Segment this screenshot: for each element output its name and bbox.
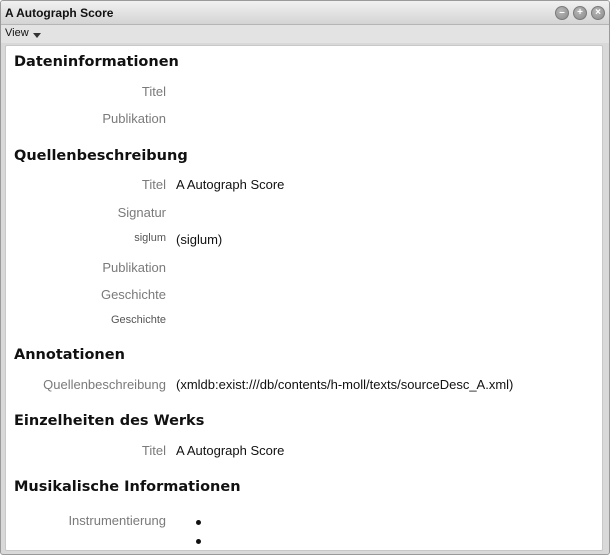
instrumentation-label: Instrumentierung <box>68 513 166 528</box>
source-siglum-value: (siglum) <box>176 232 223 247</box>
content-panel: Dateninformationen Titel Publikation Que… <box>5 45 603 551</box>
source-publication-label: Publikation <box>102 260 166 275</box>
source-title-value: A Autograph Score <box>176 177 285 192</box>
annotation-source-desc-label: Quellenbeschreibung <box>43 377 166 392</box>
window-title: A Autograph Score <box>5 6 114 20</box>
file-info-publication-label: Publikation <box>102 111 166 126</box>
view-menu[interactable]: View <box>5 27 29 39</box>
section-heading-music-info: Musikalische Informationen <box>14 479 241 495</box>
file-info-title-label: Titel <box>141 84 166 99</box>
source-title-label: Titel <box>141 177 166 192</box>
list-bullet <box>196 520 201 525</box>
list-bullet <box>196 539 201 544</box>
annotation-source-desc-value: (xmldb:exist:///db/contents/h-moll/texts… <box>176 377 514 392</box>
section-heading-source-description: Quellenbeschreibung <box>14 148 188 164</box>
work-title-value: A Autograph Score <box>176 443 285 458</box>
minimize-icon[interactable]: – <box>555 6 569 20</box>
work-title-label: Titel <box>141 443 166 458</box>
window: A Autograph Score – + × View Dateninform… <box>0 0 610 555</box>
source-siglum-label: siglum <box>134 232 166 244</box>
section-heading-work-details: Einzelheiten des Werks <box>14 413 205 429</box>
title-bar[interactable]: A Autograph Score – + × <box>1 1 609 25</box>
close-icon[interactable]: × <box>591 6 605 20</box>
source-signature-label: Signatur <box>117 205 166 220</box>
source-history-label: Geschichte <box>100 287 166 302</box>
maximize-icon[interactable]: + <box>573 6 587 20</box>
menu-bar: View <box>1 25 609 43</box>
chevron-down-icon[interactable] <box>33 33 41 38</box>
source-history-sub-label: Geschichte <box>110 314 166 326</box>
section-heading-annotations: Annotationen <box>14 347 125 363</box>
section-heading-file-info: Dateninformationen <box>14 54 179 70</box>
